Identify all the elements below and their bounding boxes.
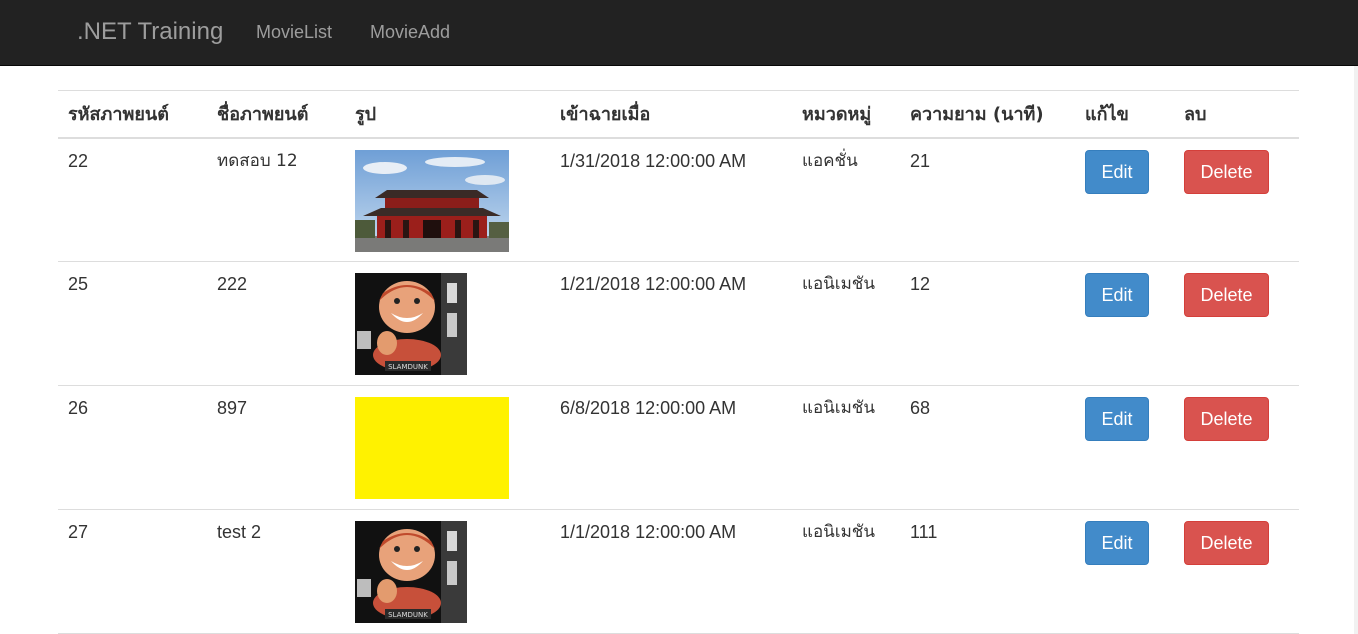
- cell-movie-name: test 2: [217, 522, 262, 542]
- cell-movie-id: 26: [68, 398, 89, 418]
- delete-button[interactable]: Delete: [1184, 397, 1269, 441]
- navbar: .NET Training MovieList MovieAdd: [0, 0, 1358, 66]
- cell-release-date: 6/8/2018 12:00:00 AM: [560, 398, 737, 418]
- header-delete: ลบ: [1184, 104, 1207, 126]
- cell-delete: Delete: [1174, 386, 1299, 510]
- cell-length: 12: [910, 274, 931, 294]
- edit-button[interactable]: Edit: [1085, 149, 1149, 194]
- table-row: 26 897 6/8/2018 12:00:00 AM แอนิเมชัน 68…: [58, 386, 1299, 510]
- cell-edit: Edit: [1075, 262, 1174, 386]
- table-header-row: รหัสภาพยนต์ ชื่อภาพยนต์ รูป เข้าฉายเมื่อ…: [58, 90, 1299, 138]
- cell-image: [345, 386, 550, 510]
- cell-edit: Edit: [1075, 138, 1174, 262]
- page-scrollbar[interactable]: [1354, 66, 1358, 634]
- header-image: รูป: [355, 104, 377, 126]
- nav-link-movielist[interactable]: MovieList: [256, 21, 332, 43]
- cell-movie-name: 222: [217, 274, 248, 294]
- header-length: ความยาม (นาที): [910, 104, 1044, 126]
- nav-link-movieadd[interactable]: MovieAdd: [370, 21, 450, 43]
- delete-button[interactable]: Delete: [1184, 273, 1269, 317]
- cell-category: แอนิเมชัน: [802, 398, 875, 418]
- header-release-date: เข้าฉายเมื่อ: [560, 104, 651, 126]
- cell-image: [345, 510, 550, 634]
- header-edit: แก้ไข: [1085, 104, 1129, 126]
- movie-poster-image: [355, 273, 467, 375]
- cell-edit: Edit: [1075, 386, 1174, 510]
- brand-link[interactable]: .NET Training: [77, 17, 223, 47]
- delete-button[interactable]: Delete: [1184, 521, 1269, 565]
- edit-button[interactable]: Edit: [1085, 397, 1149, 441]
- cell-delete: Delete: [1174, 510, 1299, 634]
- cell-category: แอนิเมชัน: [802, 274, 875, 294]
- cell-category: แอคชั่น: [802, 150, 858, 171]
- cell-length: 111: [910, 522, 938, 542]
- cell-delete: Delete: [1174, 138, 1299, 262]
- delete-button[interactable]: Delete: [1184, 149, 1269, 194]
- edit-button[interactable]: Edit: [1085, 273, 1149, 317]
- cell-edit: Edit: [1075, 510, 1174, 634]
- cell-category: แอนิเมชัน: [802, 522, 875, 542]
- cell-movie-id: 27: [68, 522, 89, 542]
- header-movie-name: ชื่อภาพยนต์: [217, 104, 309, 126]
- movie-poster-image: [355, 150, 509, 252]
- cell-image: [345, 138, 550, 262]
- movie-poster-image: [355, 397, 509, 499]
- cell-image: [345, 262, 550, 386]
- cell-release-date: 1/21/2018 12:00:00 AM: [560, 274, 747, 294]
- table-row: 25 222 1/21/2018 12:00:00 AM แอนิเมชัน 1…: [58, 262, 1299, 386]
- cell-length: 68: [910, 398, 931, 418]
- cell-movie-name: ทดสอบ 12: [217, 150, 298, 171]
- table-row: 27 test 2 1/1/2018 12:00:00 AM แอนิเมชัน…: [58, 510, 1299, 634]
- header-category: หมวดหมู่: [802, 104, 872, 126]
- header-movie-id: รหัสภาพยนต์: [68, 104, 169, 126]
- cell-release-date: 1/1/2018 12:00:00 AM: [560, 522, 737, 542]
- cell-movie-id: 25: [68, 274, 89, 294]
- cell-movie-name: 897: [217, 398, 248, 418]
- table-row: 22 ทดสอบ 12 1/31/2018 12:00:00 AM แอคชั่…: [58, 138, 1299, 262]
- edit-button[interactable]: Edit: [1085, 521, 1149, 565]
- movie-table: รหัสภาพยนต์ ชื่อภาพยนต์ รูป เข้าฉายเมื่อ…: [58, 90, 1299, 634]
- cell-length: 21: [910, 150, 931, 171]
- movie-table-container: รหัสภาพยนต์ ชื่อภาพยนต์ รูป เข้าฉายเมื่อ…: [58, 90, 1299, 634]
- cell-release-date: 1/31/2018 12:00:00 AM: [560, 150, 747, 171]
- movie-poster-image: [355, 521, 467, 623]
- cell-delete: Delete: [1174, 262, 1299, 386]
- cell-movie-id: 22: [68, 150, 89, 171]
